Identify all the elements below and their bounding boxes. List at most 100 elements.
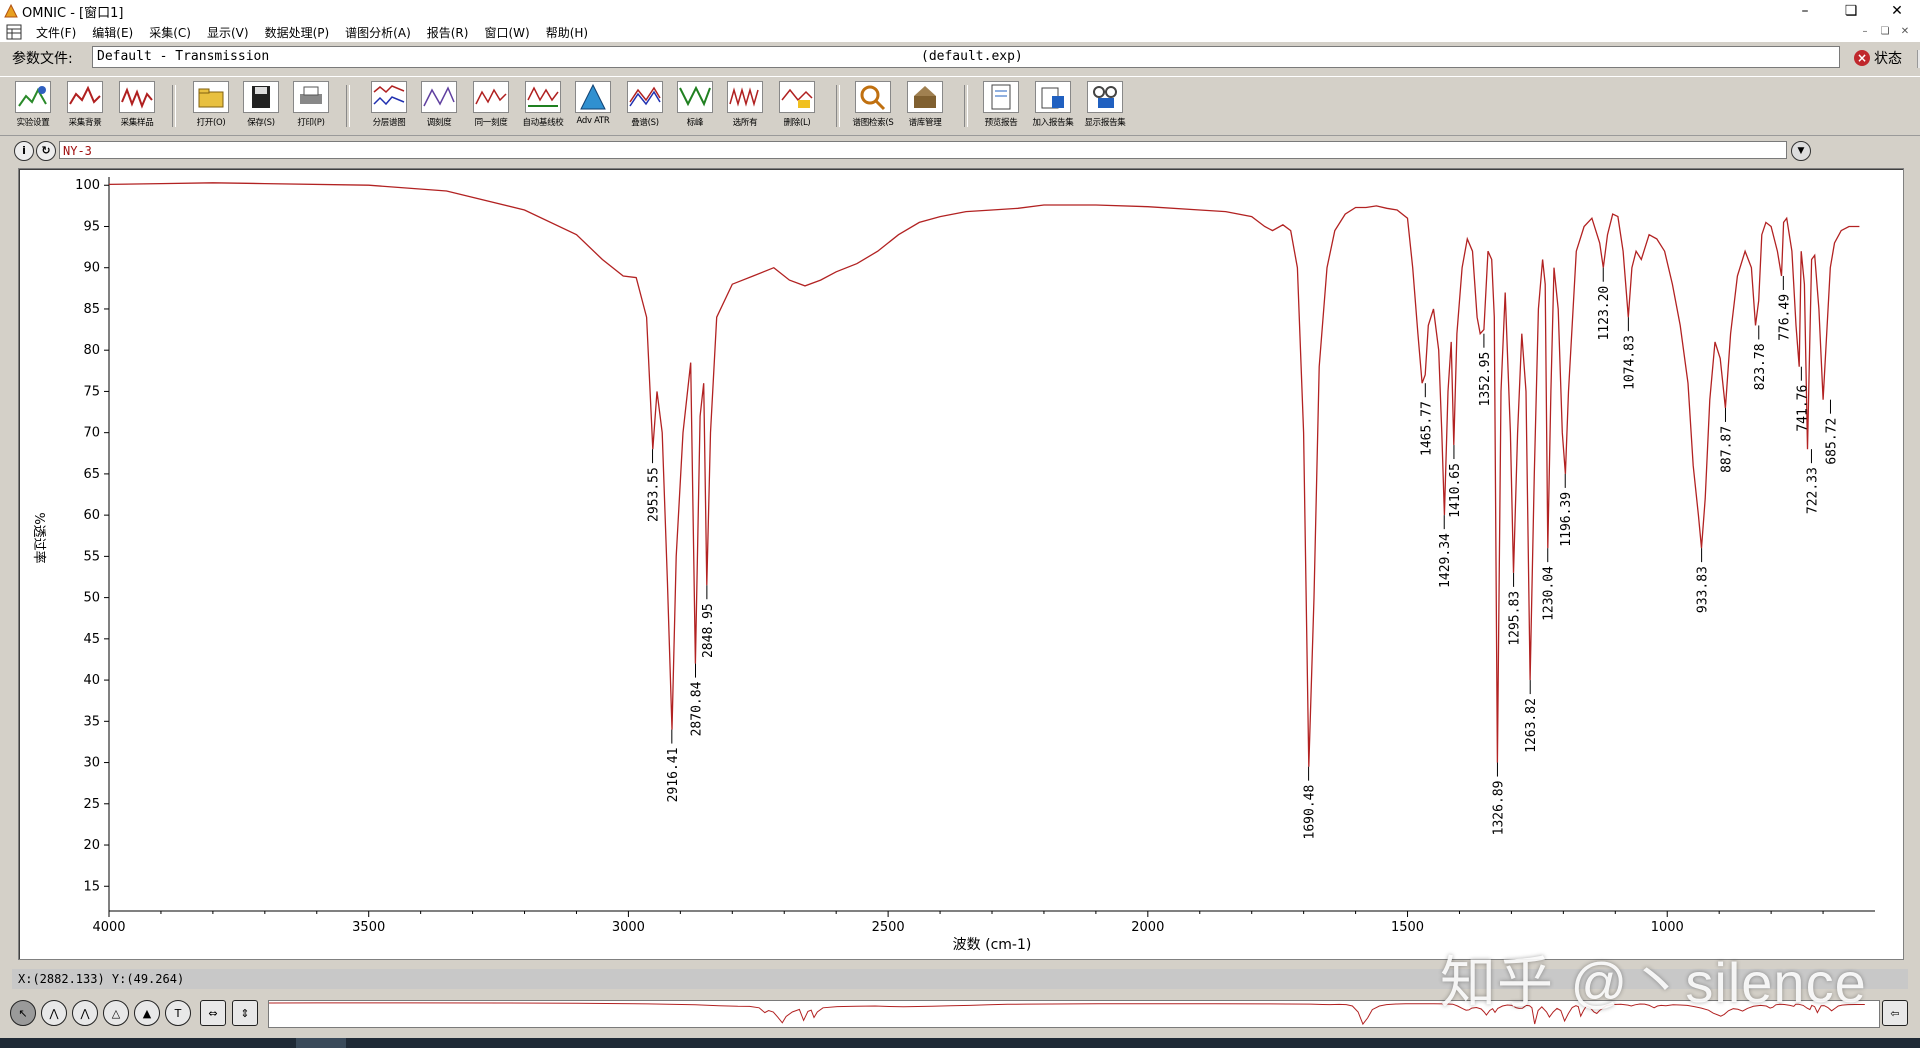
annotation-tool-icon[interactable]: T: [165, 1000, 191, 1026]
menu-analyze[interactable]: 谱图分析(A): [337, 24, 419, 41]
menu-process[interactable]: 数据处理(P): [257, 24, 338, 41]
preview-report-icon: [983, 81, 1019, 113]
y-tick-label: 65: [83, 467, 100, 482]
experiment-setup-button[interactable]: 实验设置: [8, 81, 58, 133]
add-to-report-button[interactable]: 加入报告集: [1028, 81, 1078, 133]
peak-label: 776.49: [1777, 294, 1792, 341]
info-icon[interactable]: i: [14, 141, 34, 161]
window-menu-icon[interactable]: [6, 24, 22, 40]
select-all-button[interactable]: 选所有: [720, 81, 770, 133]
open-folder-icon: [193, 81, 229, 113]
adv-atr-button[interactable]: Adv ATR: [568, 81, 618, 133]
preview-report-button[interactable]: 预览报告: [976, 81, 1026, 133]
peak-label: 1295.83: [1508, 591, 1523, 646]
peak-label: 1326.89: [1491, 781, 1506, 836]
spectrum-title-field[interactable]: NY-3: [59, 141, 1787, 159]
window-title: OMNIC - [窗口1]: [22, 5, 124, 21]
peak-label: 1690.48: [1303, 785, 1318, 840]
menu-help[interactable]: 帮助(H): [538, 24, 596, 41]
overlay-button[interactable]: 叠谱(S): [620, 81, 670, 133]
peak-label: 722.33: [1805, 467, 1820, 514]
open-button[interactable]: 打开(O): [186, 81, 236, 133]
omnic-logo-icon: [4, 4, 18, 18]
title-bar: OMNIC - [窗口1] – ❏ ✕: [0, 0, 1920, 22]
stack-spectra-button[interactable]: 分层谱图: [364, 81, 414, 133]
common-scale-button[interactable]: 同一刻度: [466, 81, 516, 133]
status-button[interactable]: × 状态: [1854, 48, 1902, 68]
corrected-area-tool-icon[interactable]: ▲: [134, 1000, 160, 1026]
minimize-button[interactable]: –: [1782, 0, 1828, 22]
delete-button[interactable]: 删除(L): [772, 81, 822, 133]
scale-button[interactable]: 调刻度: [414, 81, 464, 133]
menu-collect[interactable]: 采集(C): [141, 24, 199, 41]
os-taskbar: [0, 1038, 1920, 1048]
mdi-close-button[interactable]: ✕: [1896, 24, 1914, 40]
delete-spectrum-icon: [779, 81, 815, 113]
peak-label: 1410.65: [1448, 463, 1463, 518]
spectrum-chart[interactable]: 15 20 25 30 35 40 45 50 55 60 65 70 75 80 85 90 95 100 400…: [19, 169, 1903, 959]
parameter-file-select[interactable]: Default - Transmission (default.exp) ▼: [92, 46, 1920, 68]
y-tick-label: 100: [75, 178, 100, 193]
y-tick-label: 20: [83, 838, 100, 853]
status-error-icon: ×: [1854, 50, 1870, 66]
spectral-search-button[interactable]: 谱图检索(S: [848, 81, 898, 133]
x-tick-label: 3500: [352, 920, 385, 935]
collect-sample-icon: [119, 81, 155, 113]
menu-window[interactable]: 窗口(W): [476, 24, 537, 41]
restore-button[interactable]: ❏: [1828, 0, 1874, 22]
experiment-setup-icon: [15, 81, 51, 113]
collect-sample-button[interactable]: 采集样品: [112, 81, 162, 133]
refresh-icon[interactable]: ↻: [36, 141, 56, 161]
auto-baseline-button[interactable]: 自动基线校: [518, 81, 568, 133]
menu-view[interactable]: 显示(V): [199, 24, 257, 41]
y-tick-label: 90: [83, 261, 100, 276]
x-tick-label: 3000: [612, 920, 645, 935]
collect-background-button[interactable]: 采集背景: [60, 81, 110, 133]
show-report-notebook-button[interactable]: 显示报告集: [1080, 81, 1130, 133]
overlay-icon: [627, 81, 663, 113]
spectrum-line: [108, 182, 1860, 767]
spectrum-plot-panel[interactable]: 15 20 25 30 35 40 45 50 55 60 65 70 75 80 85 90 95 100 400…: [18, 168, 1904, 960]
mdi-restore-button[interactable]: ❏: [1876, 24, 1894, 40]
library-manager-button[interactable]: 谱库管理: [900, 81, 950, 133]
x-tick-label: 2000: [1131, 920, 1164, 935]
peak-height-tool-icon[interactable]: ⋀: [72, 1000, 98, 1026]
y-tick-label: 25: [83, 797, 100, 812]
mdi-minimize-button[interactable]: –: [1856, 24, 1874, 40]
y-tick-label: 85: [83, 302, 100, 317]
experiment-file-value: (default.exp): [921, 49, 1023, 64]
y-tick-label: 35: [83, 714, 100, 729]
add-to-report-icon: [1035, 81, 1071, 113]
printer-icon: [293, 81, 329, 113]
peak-label-button[interactable]: 标峰: [670, 81, 720, 133]
region-tool-icon[interactable]: ⋀: [41, 1000, 67, 1026]
peak-label: 1263.82: [1524, 698, 1539, 753]
y-tick-label: 75: [83, 384, 100, 399]
stack-spectra-icon: [371, 81, 407, 113]
x-tick-label: 4000: [92, 920, 125, 935]
save-button[interactable]: 保存(S): [236, 81, 286, 133]
y-tick-label: 80: [83, 343, 100, 358]
select-tool-icon[interactable]: ↖: [10, 1000, 36, 1026]
menu-file[interactable]: 文件(F): [28, 24, 84, 41]
peak-label: 933.83: [1696, 566, 1711, 613]
peak-area-tool-icon[interactable]: △: [103, 1000, 129, 1026]
print-button[interactable]: 打印(P): [286, 81, 336, 133]
show-report-icon: [1087, 81, 1123, 113]
taskbar-item[interactable]: [296, 1038, 346, 1048]
peak-label: 1196.39: [1559, 492, 1574, 547]
peak-label: 1230.04: [1542, 566, 1557, 621]
zoom-y-tool-icon[interactable]: ⇕: [232, 1000, 258, 1026]
close-button[interactable]: ✕: [1874, 0, 1920, 22]
peak-label: 1465.77: [1419, 401, 1434, 456]
pan-back-icon[interactable]: ⇦: [1882, 1000, 1908, 1026]
menu-edit[interactable]: 编辑(E): [84, 24, 141, 41]
menu-bar: 文件(F) 编辑(E) 采集(C) 显示(V) 数据处理(P) 谱图分析(A) …: [0, 22, 1920, 42]
y-tick-label: 15: [83, 879, 100, 894]
menu-report[interactable]: 报告(R): [419, 24, 477, 41]
zoom-x-tool-icon[interactable]: ⇔: [200, 1000, 226, 1026]
chevron-down-icon[interactable]: ▼: [1791, 141, 1811, 161]
y-tick-label: 40: [83, 673, 100, 688]
parameter-file-value: Default - Transmission: [97, 49, 270, 64]
y-tick-label: 45: [83, 632, 100, 647]
